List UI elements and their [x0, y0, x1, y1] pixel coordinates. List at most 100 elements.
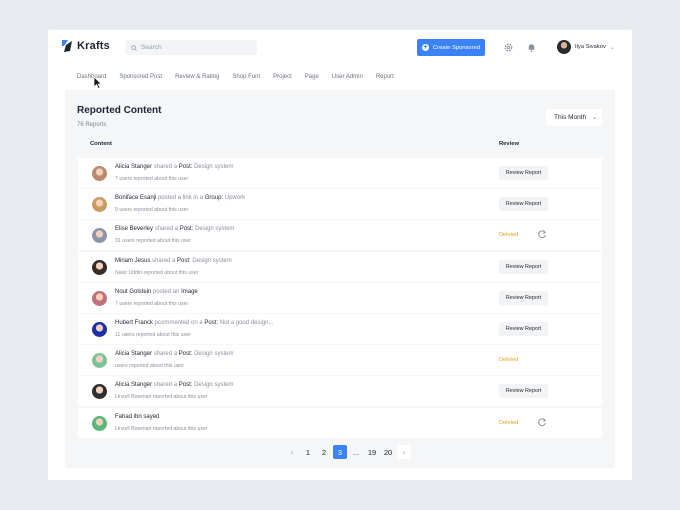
page-3[interactable]: 3 — [333, 445, 347, 459]
page-19[interactable]: 19 — [365, 445, 379, 459]
action-text: shared a — [153, 382, 178, 389]
report-description: Elise Beverley shared a Post: Design sys… — [115, 226, 234, 232]
user-name[interactable]: Alicia Stanger — [115, 382, 152, 388]
nav-item-shop-font[interactable]: Shop Font — [232, 74, 260, 80]
user-name[interactable]: Hubert Franck — [115, 320, 153, 326]
user-name[interactable]: Elise Beverley — [115, 226, 153, 232]
logo[interactable]: Krafts — [60, 39, 110, 53]
plus-icon: + — [421, 44, 429, 51]
review-report-button[interactable]: Review Report — [499, 166, 548, 180]
bell-icon[interactable] — [526, 42, 537, 53]
report-description: Miriam Jesus shared a Post: Design syste… — [115, 258, 232, 264]
object-name[interactable]: Design system — [194, 351, 233, 357]
period-dropdown[interactable]: This Month ⌄ — [546, 109, 602, 126]
app-window: Krafts + Create Sponsored Ilya Sivakov ⌄ — [48, 30, 632, 480]
report-count: 76 Reports — [77, 122, 107, 128]
page-2[interactable]: 2 — [317, 445, 331, 459]
action-text: shared a — [154, 226, 179, 233]
mouse-cursor-icon — [93, 76, 103, 90]
report-summary: Nasir Uddin reported about this user — [115, 269, 199, 276]
user-name[interactable]: Boniface Esanji — [115, 195, 156, 201]
next-page-icon[interactable]: › — [397, 445, 411, 459]
review-report-button[interactable]: Review Report — [499, 290, 548, 305]
report-summary: 7 users reported about this user — [115, 300, 189, 307]
create-sponsored-label: Create Sponsored — [432, 44, 481, 51]
nav-item-sponsored-post[interactable]: Sponsored Post — [119, 74, 162, 80]
report-description: Alicia Stanger shared a Post: Design sys… — [115, 382, 233, 388]
report-summary: 11 users reported about this user — [115, 331, 191, 338]
table-row: Hubert Franck pcommented on a Post: Not … — [78, 313, 602, 344]
avatar — [92, 415, 107, 431]
object-name[interactable]: Design system — [195, 226, 234, 232]
object-label: Post: — [178, 164, 193, 170]
avatar — [92, 259, 107, 275]
status-badge: Deleted — [499, 232, 519, 239]
object-name[interactable]: Design system — [192, 258, 231, 264]
user-name: Ilya Sivakov — [575, 44, 606, 50]
create-sponsored-button[interactable]: + Create Sponsored — [417, 39, 485, 56]
avatar — [92, 290, 107, 306]
avatar — [92, 166, 107, 181]
avatar — [557, 40, 571, 54]
restore-icon[interactable] — [537, 229, 547, 239]
avatar — [92, 197, 107, 213]
restore-icon[interactable] — [537, 417, 547, 427]
search-input[interactable] — [141, 44, 251, 51]
object-label: Post: — [177, 257, 191, 264]
app-name: Krafts — [77, 40, 110, 52]
column-header-content: Content — [90, 141, 112, 147]
object-label: Post: — [204, 319, 219, 326]
object-label: Image — [181, 288, 198, 295]
review-report-button[interactable]: Review Report — [499, 321, 548, 336]
object-name[interactable]: Design system — [194, 164, 233, 170]
status-badge: Deleted — [499, 419, 519, 426]
page-1[interactable]: 1 — [301, 445, 315, 459]
action-text: posted a link in a — [158, 195, 204, 202]
report-description: Boniface Esanji posted a link in a Group… — [115, 195, 245, 201]
review-report-button[interactable]: Review Report — [499, 197, 548, 212]
main-nav: Dashboard Sponsored Post Review & Rating… — [77, 74, 407, 80]
page-title: Reported Content — [77, 105, 162, 116]
status-badge: Deleted — [499, 357, 519, 364]
nav-item-user-admin[interactable]: User Admin — [332, 74, 363, 80]
object-name[interactable]: Not a good design... — [220, 320, 274, 326]
object-name[interactable]: Design system — [194, 382, 233, 388]
user-name[interactable]: Nout Golstein — [115, 289, 151, 295]
avatar — [92, 353, 107, 369]
search-box[interactable] — [125, 40, 257, 55]
review-report-button[interactable]: Review Report — [499, 384, 548, 399]
table-row: Miriam Jesus shared a Post: Design syste… — [78, 251, 602, 282]
object-label: Post: — [178, 351, 193, 358]
action-text: shared a — [153, 351, 178, 358]
table-row: Alicia Stanger shared a Post: Design sys… — [78, 376, 602, 407]
report-summary: 7 users reported about this user — [115, 176, 189, 182]
report-summary: users reported about this user — [115, 363, 184, 370]
table-row: Elise Beverley shared a Post: Design sys… — [78, 220, 602, 251]
user-name[interactable]: Fahad ibn sayed — [115, 414, 159, 420]
user-name[interactable]: Alicia Stanger — [115, 164, 152, 170]
search-icon — [131, 44, 137, 51]
report-summary: 9 users reported about this user — [115, 207, 189, 214]
object-name[interactable]: Upwork — [225, 195, 245, 201]
nav-item-project[interactable]: Project — [273, 74, 292, 80]
nav-item-review-rating[interactable]: Review & Rating — [175, 74, 219, 80]
user-name[interactable]: Alicia Stanger — [115, 351, 152, 357]
report-list: Alicia Stanger shared a Post: Design sys… — [78, 158, 602, 439]
user-menu[interactable]: Ilya Sivakov ⌄ — [557, 40, 615, 54]
page-ellipsis: ... — [352, 447, 360, 457]
table-row: Boniface Esanji posted a link in a Group… — [78, 189, 602, 220]
user-name[interactable]: Miriam Jesus — [115, 258, 150, 264]
action-text: shared a — [153, 164, 178, 170]
top-bar: Krafts + Create Sponsored Ilya Sivakov ⌄ — [48, 30, 632, 66]
nav-item-report[interactable]: Report — [376, 74, 394, 80]
period-dropdown-label: This Month — [554, 114, 587, 121]
avatar — [92, 321, 107, 337]
pagination: ‹ 1 2 3 ... 19 20 › — [285, 445, 413, 459]
chevron-down-icon: ⌄ — [609, 44, 615, 51]
gear-icon[interactable] — [503, 42, 514, 53]
page-20[interactable]: 20 — [381, 445, 395, 459]
prev-page-icon[interactable]: ‹ — [285, 445, 299, 459]
nav-item-page[interactable]: Page — [305, 74, 319, 80]
review-report-button[interactable]: Review Report — [499, 259, 548, 274]
report-description: Fahad ibn sayed — [115, 414, 159, 420]
